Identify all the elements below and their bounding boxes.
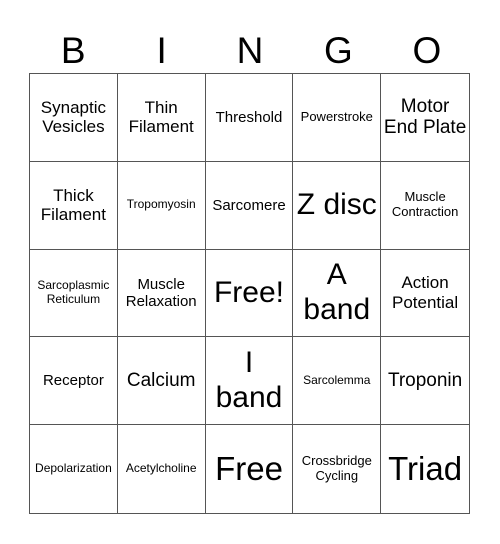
bingo-cell[interactable]: Sarcomere <box>205 161 294 250</box>
bingo-cell[interactable]: Sarcolemma <box>293 337 382 426</box>
header-letter-b: B <box>60 30 86 71</box>
header-letter-n: N <box>236 30 264 71</box>
bingo-cell[interactable]: Muscle Contraction <box>381 162 469 250</box>
bingo-cell[interactable]: A band <box>293 249 382 338</box>
bingo-cell[interactable]: Thick Filament <box>30 161 118 250</box>
bingo-cell[interactable]: Depolarization <box>30 425 118 513</box>
bingo-cell[interactable]: Calcium <box>117 337 206 426</box>
bingo-cell[interactable]: Free! <box>205 249 294 338</box>
bingo-cell[interactable]: Synaptic Vesicles <box>30 74 118 162</box>
bingo-cell[interactable]: Muscle Relaxation <box>117 249 206 338</box>
bingo-cell[interactable]: Thin Filament <box>117 74 206 162</box>
bingo-cell[interactable]: Receptor <box>30 337 118 426</box>
header-letter-i: I <box>156 30 167 71</box>
bingo-cell[interactable]: Crossbridge Cycling <box>293 425 382 513</box>
header-letter-o: O <box>412 30 442 71</box>
bingo-cell[interactable]: I band <box>205 337 294 426</box>
bingo-cell[interactable]: Action Potential <box>381 250 469 338</box>
bingo-cell[interactable]: Threshold <box>205 74 294 162</box>
bingo-cell[interactable]: Powerstroke <box>293 74 382 162</box>
bingo-cell[interactable]: Troponin <box>381 337 469 426</box>
bingo-cell[interactable]: Motor End Plate <box>381 74 469 162</box>
header-letter-g: G <box>324 30 353 71</box>
bingo-cell[interactable]: Tropomyosin <box>117 161 206 250</box>
bingo-cell[interactable]: Sarcoplasmic Reticulum <box>30 249 118 338</box>
bingo-board: Synaptic Vesicles Thin Filament Threshold P… <box>29 73 470 514</box>
bingo-cell[interactable]: Acetylcholine <box>118 425 206 513</box>
bingo-header: B I N G O <box>29 28 471 74</box>
bingo-cell[interactable]: Free <box>206 425 294 513</box>
bingo-cell[interactable]: Triad <box>381 425 469 513</box>
bingo-cell[interactable]: Z disc <box>293 161 382 250</box>
